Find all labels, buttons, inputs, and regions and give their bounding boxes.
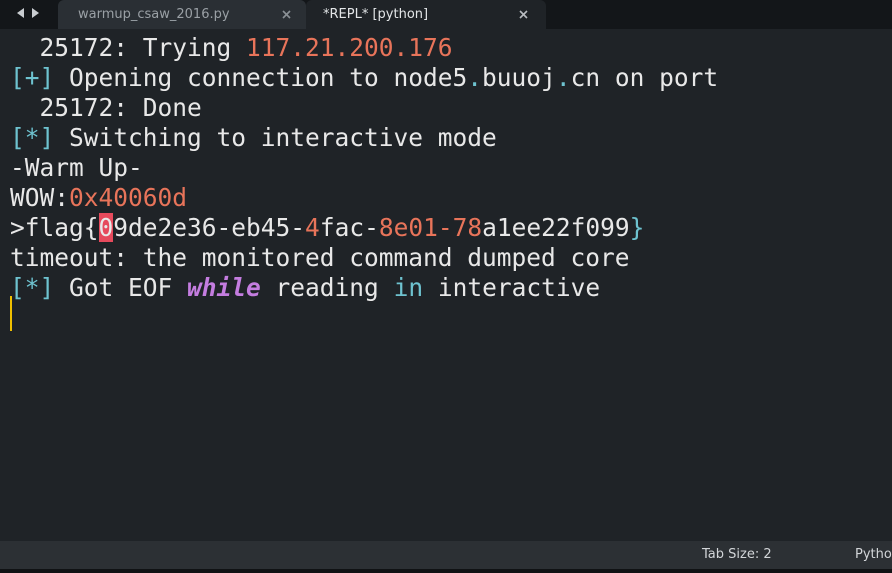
output-line-opening-connection: [+] Opening connection to node5.buuoj.cn… [10,63,718,93]
flag-part: 8e01-78 [378,213,483,242]
left-arrow-icon[interactable] [14,6,26,20]
tab-bar: warmup_csaw_2016.py *REPL* [python] [0,0,892,29]
line-label: WOW: [10,183,70,212]
output-line-flag: >flag{09de2e36-eb45-4fac-8e01-78a1ee22f0… [10,213,644,243]
output-line-trying: 25172: Trying 117.21.200.176 [10,33,453,63]
hex-address: 0x40060d [69,183,188,212]
close-icon[interactable] [515,6,531,22]
selected-character[interactable]: 0 [98,213,114,242]
status-marker: [+] [10,63,55,92]
line-text: 25172: Trying [10,33,247,62]
line-text: Opening connection to node5 [54,63,468,92]
host-part: buuoj [482,63,556,92]
window-bottom-edge [0,569,892,573]
line-text: reading [260,273,394,302]
output-line-interactive-mode: [*] Switching to interactive mode [10,123,497,153]
output-line-done: 25172: Done [10,93,202,123]
text-cursor [10,296,12,331]
host-dot: . [467,63,483,92]
output-line-wow-address: WOW:0x40060d [10,183,187,213]
flag-part: 4 [305,213,320,242]
host-dot: . [555,63,571,92]
syntax-indicator[interactable]: Python [855,541,892,569]
tab-label: warmup_csaw_2016.py [78,7,230,22]
tab-repl-python[interactable]: *REPL* [python] [306,0,546,29]
status-marker: [*] [10,123,55,152]
tab-warmup-csaw-2016[interactable]: warmup_csaw_2016.py [58,0,306,29]
output-line-warm-up: -Warm Up- [10,153,143,183]
tab-label: *REPL* [python] [323,7,429,22]
line-text: Switching to interactive mode [54,123,497,152]
repl-output-area[interactable]: 25172: Trying 117.21.200.176 [+] Opening… [0,29,892,541]
output-line-got-eof: [*] Got EOF while reading in interactive [10,273,600,303]
tab-navigation [14,3,42,23]
line-text: timeout: the monitored command dumped co… [10,243,630,272]
line-text: interactive [423,273,601,302]
flag-prefix: >flag{ [10,213,99,242]
tab-size-indicator[interactable]: Tab Size: 2 [702,541,772,569]
host-part: cn on port [570,63,719,92]
line-text: 25172: Done [10,93,202,122]
keyword: while [187,273,261,302]
ip-address: 117.21.200.176 [246,33,453,62]
right-arrow-icon[interactable] [30,6,42,20]
output-line-timeout: timeout: the monitored command dumped co… [10,243,630,273]
flag-part: a1ee22f099 [482,213,630,242]
line-text: Got EOF [54,273,188,302]
keyword: in [393,273,424,302]
status-bar: Tab Size: 2 Python [0,541,892,569]
status-marker: [*] [10,273,55,302]
flag-part: fac- [319,213,379,242]
flag-part: 9de2e36-eb45- [113,213,306,242]
flag-suffix: } [629,213,645,242]
line-text: -Warm Up- [10,153,143,182]
close-icon[interactable] [278,6,294,22]
